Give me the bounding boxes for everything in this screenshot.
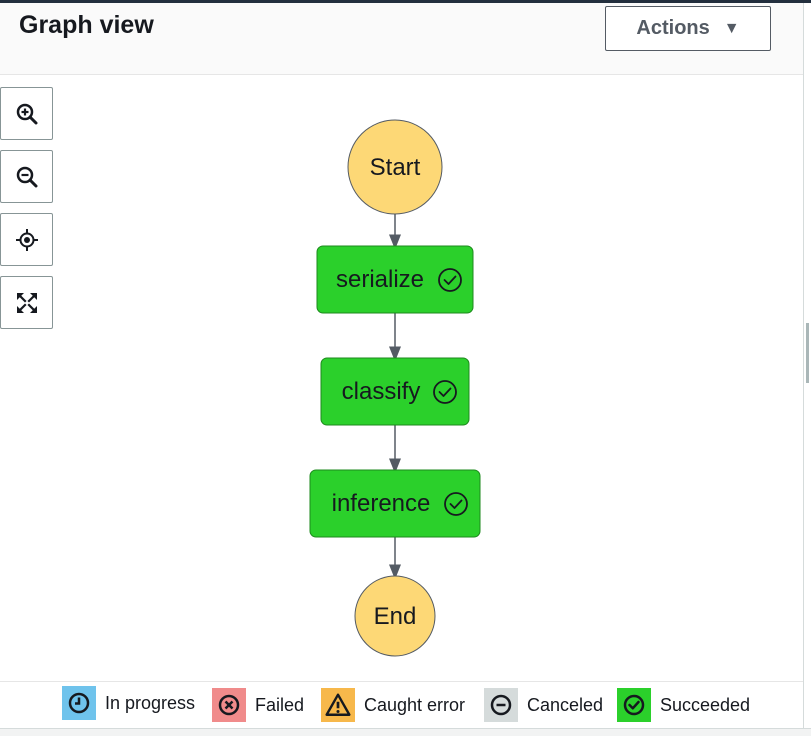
classify-label: classify [342, 378, 421, 405]
inference-node[interactable]: inference [309, 469, 481, 538]
start-node[interactable]: Start [347, 119, 443, 215]
legend-item-in-progress: In progress [62, 686, 195, 720]
clock-icon [62, 686, 96, 720]
classify-node[interactable]: classify [320, 357, 470, 426]
end-label: End [374, 603, 417, 630]
expand-icon [16, 292, 37, 313]
inference-label: inference [332, 490, 431, 517]
warning-icon [321, 688, 355, 722]
zoom-in-button[interactable] [0, 87, 53, 140]
start-label: Start [370, 154, 421, 181]
legend-item-succeeded: Succeeded [617, 688, 750, 722]
zoom-out-icon [16, 166, 37, 187]
graph-canvas[interactable]: Start serialize classify inference End [0, 0, 811, 735]
zoom-out-button[interactable] [0, 150, 53, 203]
legend-label: Caught error [364, 694, 466, 715]
legend-label: Succeeded [660, 694, 751, 715]
zoom-in-icon [16, 103, 37, 124]
legend-item-caught-error: Caught error [321, 688, 465, 722]
serialize-node[interactable]: serialize [316, 245, 474, 314]
check-circle-icon [617, 688, 651, 722]
legend-label: Failed [255, 694, 305, 715]
serialize-label: serialize [336, 266, 424, 293]
center-button[interactable] [0, 213, 53, 266]
legend-item-failed: Failed [212, 688, 304, 722]
legend-label: Canceled [527, 694, 604, 715]
legend-label: In progress [105, 692, 196, 713]
crosshair-icon [15, 228, 38, 251]
fit-view-button[interactable] [0, 276, 53, 329]
minus-circle-icon [484, 688, 518, 722]
legend-item-canceled: Canceled [484, 688, 603, 722]
x-circle-icon [212, 688, 246, 722]
end-node[interactable]: End [354, 575, 436, 657]
